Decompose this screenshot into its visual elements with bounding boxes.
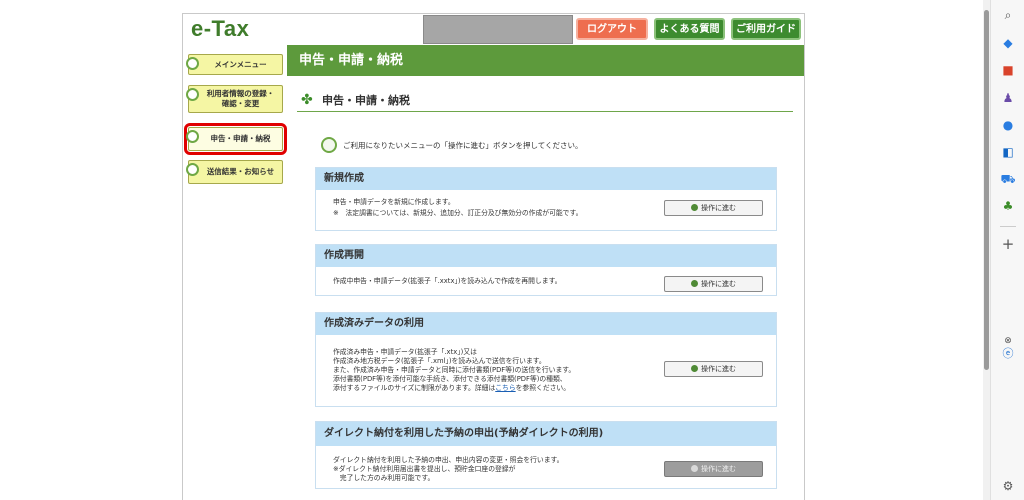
- tree-icon[interactable]: ♣: [1000, 198, 1016, 214]
- browser-viewport: e-Tax ログアウト よくある質問 ご利用ガイド メインメニュー 利用者情報の…: [0, 0, 990, 500]
- section-line-text: 添付するファイルのサイズに制限があります。詳細は: [333, 384, 496, 392]
- copilot-icon[interactable]: ●: [1000, 117, 1016, 133]
- logout-button[interactable]: ログアウト: [576, 18, 648, 40]
- nav-bullet-icon: [186, 130, 199, 143]
- nav-bullet-icon: [186, 163, 199, 176]
- nav-send-result[interactable]: 送信結果・お知らせ: [186, 160, 283, 184]
- cart-icon[interactable]: ⛟: [1000, 171, 1016, 187]
- nav-label: 利用者情報の登録・確認・変更: [206, 89, 275, 108]
- details-link[interactable]: こちら: [495, 384, 515, 392]
- section-heading: 新規作成: [316, 168, 776, 190]
- nav-bullet-icon: [186, 57, 199, 70]
- play-icon: [691, 280, 698, 287]
- section-heading: 作成再開: [316, 245, 776, 267]
- guide-button[interactable]: ご利用ガイド: [731, 18, 801, 40]
- section-direct-payment: ダイレクト納付を利用した予納の申出(予納ダイレクトの利用) ダイレクト納付を利用…: [315, 421, 777, 489]
- sub-heading: ✤ 申告・申請・納税: [297, 90, 793, 112]
- scrollbar-thumb[interactable]: [984, 10, 989, 370]
- nav-label: 申告・申請・納税: [210, 134, 271, 143]
- header: e-Tax ログアウト よくある質問 ご利用ガイド: [183, 14, 804, 45]
- section-heading: 作成済みデータの利用: [316, 313, 776, 335]
- nav-bullet-icon: [186, 88, 199, 101]
- left-nav: メインメニュー 利用者情報の登録・確認・変更 申告・申請・納税 送信結果・お知ら…: [183, 45, 287, 500]
- section-existing-data: 作成済みデータの利用 作成済み申告・申請データ(拡張子「.xtx」)又は 作成済…: [315, 312, 777, 407]
- nav-main-menu[interactable]: メインメニュー: [186, 54, 283, 75]
- browser-side-panel: ⌕ ◆ ■ ♟ ● ◧ ⛟ ♣ + ⊗ ⓔ ⚙: [990, 0, 1024, 500]
- play-icon: [691, 365, 698, 372]
- section-line: 作成済み申告・申請データ(拡張子「.xtx」)又は: [333, 348, 477, 356]
- tag-icon[interactable]: ◆: [1000, 35, 1016, 51]
- people-icon[interactable]: ♟: [1000, 90, 1016, 106]
- nav-label: メインメニュー: [214, 59, 267, 69]
- section-resume: 作成再開 作成中申告・申請データ(拡張子「.xxtx」)を読み込んで作成を再開し…: [315, 244, 777, 296]
- play-icon: [691, 204, 698, 211]
- edge-app-icon[interactable]: ⓔ: [1000, 346, 1016, 362]
- etax-logo[interactable]: e-Tax: [191, 16, 249, 42]
- add-icon[interactable]: +: [1000, 236, 1016, 252]
- button-label: 操作に進む: [701, 365, 736, 373]
- nav-label: 送信結果・お知らせ: [206, 167, 275, 176]
- proceed-button-resume[interactable]: 操作に進む: [664, 276, 763, 292]
- etax-page: e-Tax ログアウト よくある質問 ご利用ガイド メインメニュー 利用者情報の…: [182, 13, 805, 500]
- info-icon: [321, 137, 337, 153]
- nav-user-info[interactable]: 利用者情報の登録・確認・変更: [186, 85, 283, 113]
- section-line: 添付するファイルのサイズに制限があります。詳細はこちらを参照ください。: [333, 384, 776, 393]
- faq-button[interactable]: よくある質問: [654, 18, 725, 40]
- button-label: 操作に進む: [701, 280, 736, 288]
- sub-title: 申告・申請・納税: [322, 94, 410, 107]
- button-label: 操作に進む: [701, 204, 736, 212]
- page-scrollbar[interactable]: [983, 0, 990, 500]
- divider: [1000, 226, 1016, 227]
- play-icon: [691, 465, 698, 472]
- shopping-icon[interactable]: ■: [1000, 62, 1016, 78]
- redacted-user-box: [423, 15, 573, 44]
- section-line-text: を参照ください。: [515, 384, 571, 392]
- section-heading: ダイレクト納付を利用した予納の申出(予納ダイレクトの利用): [316, 422, 776, 446]
- outlook-icon[interactable]: ◧: [1000, 144, 1016, 160]
- instruction: ご利用になりたいメニューの「操作に進む」ボタンを押してください。: [321, 134, 583, 156]
- proceed-button-existing[interactable]: 操作に進む: [664, 361, 763, 377]
- gear-icon[interactable]: ⚙: [1000, 478, 1016, 494]
- main-content: 申告・申請・納税 ✤ 申告・申請・納税 ご利用になりたいメニューの「操作に進む」…: [287, 45, 804, 500]
- page-title: 申告・申請・納税: [287, 45, 804, 76]
- nav-shinkoku[interactable]: 申告・申請・納税: [184, 123, 287, 155]
- search-icon[interactable]: ⌕: [1000, 7, 1016, 23]
- proceed-button-new[interactable]: 操作に進む: [664, 200, 763, 216]
- section-new: 新規作成 申告・申請データを新規に作成します。 ※ 法定調書については、新規分、…: [315, 167, 777, 231]
- proceed-button-direct-disabled: 操作に進む: [664, 461, 763, 477]
- clover-icon: ✤: [301, 92, 313, 108]
- button-label: 操作に進む: [701, 465, 736, 473]
- instruction-text: ご利用になりたいメニューの「操作に進む」ボタンを押してください。: [343, 140, 583, 150]
